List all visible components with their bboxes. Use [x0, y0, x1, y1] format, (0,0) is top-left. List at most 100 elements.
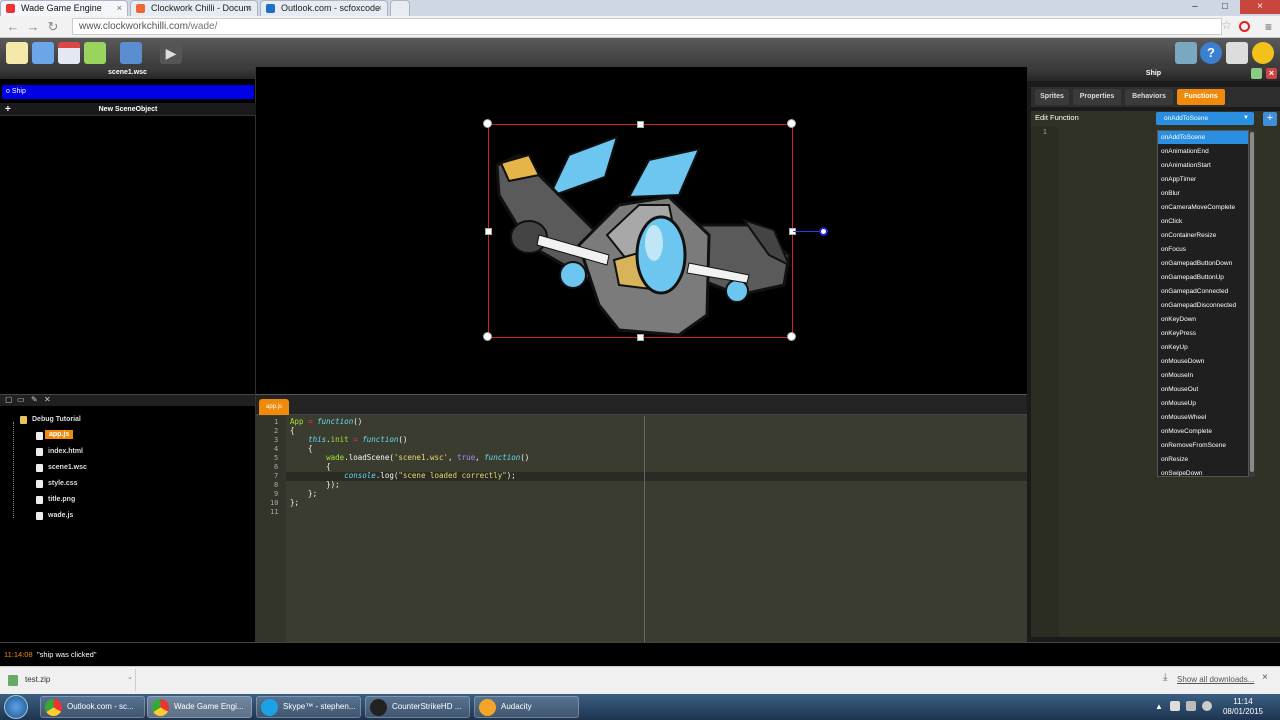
close-panel-icon[interactable]: × [1266, 68, 1277, 79]
dropdown-option[interactable]: onAnimationEnd [1158, 145, 1248, 158]
forward-arrow-icon[interactable]: → [24, 18, 42, 36]
rotate-handle[interactable] [819, 227, 828, 236]
taskbar-item-outlook[interactable]: Outlook.com - sc... [40, 696, 145, 718]
url-field[interactable]: www.clockworkchilli.com/wade/ [72, 18, 1222, 35]
resize-handle[interactable] [637, 121, 644, 128]
browser-tab-docs[interactable]: Clockwork Chilli - Docum × [130, 0, 258, 16]
taskbar-clock[interactable]: 11:14 08/01/2015 [1216, 697, 1270, 717]
tab-sprites[interactable]: Sprites [1035, 89, 1069, 105]
store-icon[interactable] [1175, 42, 1197, 64]
taskbar-item-audacity[interactable]: Audacity [474, 696, 579, 718]
new-tab-button[interactable] [390, 0, 410, 16]
tree-file-title-png[interactable]: title.png [48, 496, 75, 503]
browser-tab-outlook[interactable]: Outlook.com - scfoxcode × [260, 0, 388, 16]
delete-icon[interactable]: ✕ [44, 395, 51, 404]
start-button[interactable] [4, 695, 28, 719]
tree-file-index-html[interactable]: index.html [48, 448, 83, 455]
scene-viewport[interactable] [256, 67, 1027, 394]
scrollbar-thumb[interactable] [1250, 132, 1254, 472]
profile-icon[interactable] [1226, 42, 1248, 64]
dropdown-option[interactable]: onSwipeDown [1158, 467, 1248, 476]
dropdown-option[interactable]: onGamepadDisconnected [1158, 299, 1248, 312]
dropdown-option[interactable]: onAnimationStart [1158, 159, 1248, 172]
menu-icon[interactable]: ≡ [1265, 20, 1272, 34]
dropdown-option[interactable]: onMouseIn [1158, 369, 1248, 382]
dropdown-option[interactable]: onBlur [1158, 187, 1248, 200]
export-icon[interactable] [84, 42, 106, 64]
open-folder-icon[interactable] [32, 42, 54, 64]
minimize-icon[interactable]: – [1180, 0, 1210, 14]
dropdown-option[interactable]: onFocus [1158, 243, 1248, 256]
move-tool-icon[interactable] [120, 42, 142, 64]
scene-object-ship[interactable]: o Ship [2, 85, 254, 99]
dropdown-option[interactable]: onRemoveFromScene [1158, 439, 1248, 452]
dropdown-option[interactable]: onAddToScene [1158, 131, 1248, 144]
taskbar-item-counterstrike[interactable]: CounterStrikeHD ... [365, 696, 470, 718]
dropdown-option[interactable]: onKeyPress [1158, 327, 1248, 340]
dropdown-option[interactable]: onGamepadButtonDown [1158, 257, 1248, 270]
add-function-button[interactable]: + [1263, 112, 1277, 126]
dropdown-scrollbar[interactable] [1249, 130, 1255, 477]
opera-extension-icon[interactable] [1239, 21, 1250, 32]
network-icon[interactable] [1170, 701, 1180, 711]
bookmark-star-icon[interactable]: ☆ [1221, 18, 1232, 32]
tab-properties[interactable]: Properties [1073, 89, 1121, 105]
dropdown-option[interactable]: onMouseOut [1158, 383, 1248, 396]
resize-handle[interactable] [637, 334, 644, 341]
dropdown-option[interactable]: onAppTimer [1158, 173, 1248, 186]
resize-handle[interactable] [787, 119, 796, 128]
play-icon[interactable]: ▶ [160, 42, 182, 64]
resize-handle[interactable] [483, 119, 492, 128]
resize-handle[interactable] [483, 332, 492, 341]
dropdown-option[interactable]: onGamepadButtonUp [1158, 271, 1248, 284]
tree-file-app-js[interactable]: app.js [45, 430, 74, 439]
dropdown-option[interactable]: onResize [1158, 453, 1248, 466]
resize-handle[interactable] [787, 332, 796, 341]
browser-tab-wade[interactable]: Wade Game Engine × [0, 0, 128, 16]
editor-tab-app-js[interactable]: app.js [259, 399, 289, 415]
taskbar-item-skype[interactable]: Skype™ - stephen... [256, 696, 361, 718]
rename-icon[interactable]: ✎ [31, 395, 38, 404]
tree-root-folder[interactable]: Debug Tutorial [32, 416, 81, 423]
close-tab-icon[interactable]: × [377, 1, 382, 16]
function-select[interactable]: onAddToScene ▼ [1156, 112, 1254, 125]
resize-handle[interactable] [485, 228, 492, 235]
new-scene-object-button[interactable]: + New SceneObject [0, 103, 256, 116]
back-arrow-icon[interactable]: ← [4, 18, 22, 36]
dropdown-option[interactable]: onKeyUp [1158, 341, 1248, 354]
new-project-icon[interactable] [6, 42, 28, 64]
close-tab-icon[interactable]: × [117, 1, 122, 16]
dropdown-option[interactable]: onKeyDown [1158, 313, 1248, 326]
restore-icon[interactable] [1251, 68, 1262, 79]
close-downloads-icon[interactable]: × [1262, 672, 1268, 683]
new-file-icon[interactable]: ▢ [5, 395, 13, 404]
dropdown-option[interactable]: onClick [1158, 215, 1248, 228]
close-window-icon[interactable]: × [1240, 0, 1280, 14]
tree-file-wade-js[interactable]: wade.js [48, 512, 73, 519]
dropdown-option[interactable]: onCameraMoveComplete [1158, 201, 1248, 214]
tray-arrow-icon[interactable]: ▲ [1155, 702, 1163, 711]
volume-icon[interactable] [1202, 701, 1212, 711]
taskbar-item-wade[interactable]: Wade Game Engi... [147, 696, 252, 718]
save-icon[interactable] [58, 42, 80, 64]
tab-behaviors[interactable]: Behaviors [1125, 89, 1173, 105]
show-all-downloads-link[interactable]: Show all downloads... [1177, 675, 1254, 684]
new-folder-icon[interactable]: ▭ [17, 395, 25, 404]
reload-icon[interactable]: ↻ [44, 18, 62, 36]
function-dropdown-list[interactable]: onAddToScene onAnimationEnd onAnimationS… [1157, 130, 1249, 477]
dropdown-option[interactable]: onGamepadConnected [1158, 285, 1248, 298]
dropdown-option[interactable]: onMouseUp [1158, 397, 1248, 410]
close-tab-icon[interactable]: × [247, 1, 252, 16]
maximize-icon[interactable]: □ [1210, 0, 1240, 14]
dropdown-option[interactable]: onContainerResize [1158, 229, 1248, 242]
chevron-down-icon[interactable]: ⌄ [127, 673, 133, 681]
tree-file-scene1-wsc[interactable]: scene1.wsc [48, 464, 87, 471]
code-editor[interactable]: app.js 1 2 3 4 5 6 7 8 9 10 11 App = fun… [256, 394, 1027, 643]
tree-file-style-css[interactable]: style.css [48, 480, 78, 487]
tab-functions[interactable]: Functions [1177, 89, 1225, 105]
dropdown-option[interactable]: onMouseWheel [1158, 411, 1248, 424]
flag-icon[interactable] [1186, 701, 1196, 711]
download-item[interactable]: test.zip ⌄ [0, 669, 136, 691]
smiley-icon[interactable] [1252, 42, 1274, 64]
dropdown-option[interactable]: onMoveComplete [1158, 425, 1248, 438]
